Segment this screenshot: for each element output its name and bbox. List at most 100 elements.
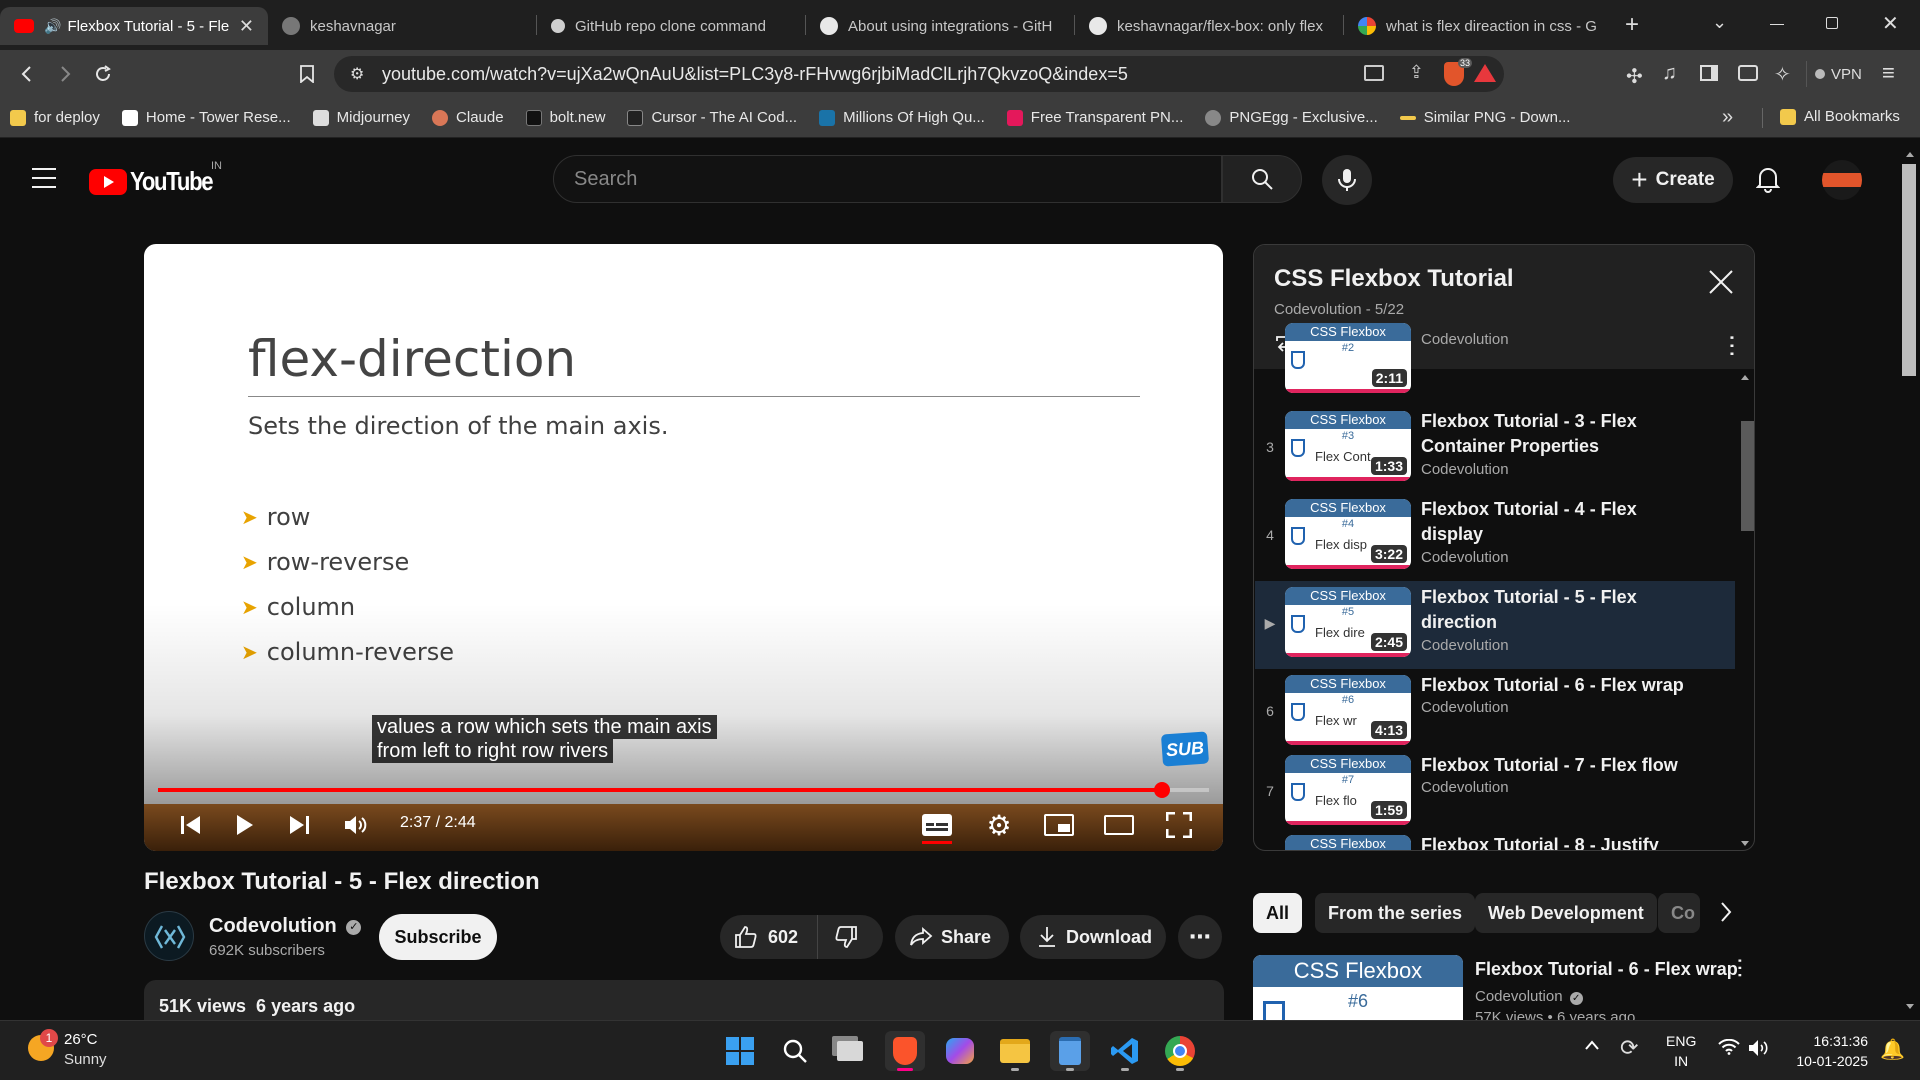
playlist-scrollbar[interactable] [1735,369,1754,850]
video-player[interactable]: flex-direction Sets the direction of the… [144,244,1223,851]
bookmark-item[interactable]: bolt.new [525,109,605,126]
playlist-title[interactable]: CSS Flexbox Tutorial [1274,265,1514,293]
bookmark-icon[interactable] [288,55,326,93]
weather-widget[interactable]: 1 26°C Sunny [24,1029,144,1073]
page-scroll-thumb[interactable] [1902,164,1916,376]
browser-tab[interactable]: what is flex direaction in css - G [1344,7,1612,45]
browser-tab[interactable]: keshavnagar/flex-box: only flex [1075,7,1343,45]
vpn-button[interactable]: VPN [1806,61,1870,87]
leo-ai-icon[interactable]: ✧ [1774,62,1791,87]
back-icon[interactable] [8,55,46,93]
scrubber-handle[interactable] [1153,782,1170,798]
notepad-icon[interactable] [1050,1031,1090,1071]
hamburger-menu-icon[interactable] [32,168,56,188]
scroll-down-icon[interactable] [1906,1004,1914,1009]
channel-name[interactable]: Codevolution ✓ [209,915,362,938]
more-bookmarks-icon[interactable]: » [1722,106,1733,129]
playlist-item[interactable]: ▶ CSS Flexbox #5 Flex dire 2:45 Flexbox Tutor… [1255,581,1735,669]
tab-search-icon[interactable]: ⌄ [1712,12,1727,33]
browser-tab-youtube[interactable]: 🔊 Flexbox Tutorial - 5 - Fle ✕ [0,7,268,45]
forward-icon[interactable] [46,55,84,93]
browser-tab[interactable]: GitHub repo clone command [537,7,805,45]
restore-icon[interactable] [1826,17,1838,29]
browser-tab[interactable]: keshavnagar [268,7,536,45]
task-view-icon[interactable] [830,1031,870,1071]
miniplayer-icon[interactable] [1042,807,1076,843]
close-playlist-icon[interactable] [1708,269,1734,295]
previous-icon[interactable] [176,807,206,843]
bookmark-item[interactable]: for deploy [10,109,100,126]
bookmark-item[interactable]: PNGEgg - Exclusive... [1205,109,1378,126]
new-tab-icon[interactable]: + [1612,11,1652,39]
file-explorer-icon[interactable] [995,1031,1035,1071]
sidebar-icon[interactable] [1700,65,1718,81]
notifications-bell-icon[interactable] [1756,165,1780,193]
voice-search-button[interactable] [1322,155,1372,205]
vscode-icon[interactable] [1105,1031,1145,1071]
subscribe-button[interactable]: Subscribe [379,914,497,960]
wallet-icon[interactable] [1738,65,1758,81]
progress-bar[interactable] [158,782,1209,798]
playlist-item[interactable]: 4 CSS Flexbox #4 Flex disp 3:22 Flexbox Tutor… [1255,493,1735,581]
cast-icon[interactable] [1364,65,1384,81]
scroll-down-icon[interactable] [1741,841,1749,846]
bookmark-item[interactable]: Claude [432,109,504,126]
minimize-icon[interactable] [1770,24,1784,25]
close-window-icon[interactable]: ✕ [1882,11,1899,36]
windows-start-icon[interactable] [720,1031,760,1071]
volume-icon[interactable] [340,807,374,843]
chrome-icon[interactable] [1160,1031,1200,1071]
playlist-item[interactable]: CSS Flexbox #2 2:11 Codevolution [1255,317,1735,405]
recommended-video[interactable]: CSS Flexbox #6 Flexbox Tutorial - 6 - Fl… [1253,955,1753,1020]
captions-icon[interactable] [920,807,954,844]
extensions-icon[interactable]: ✣ [1626,64,1643,89]
scroll-thumb[interactable] [1741,421,1754,531]
site-info-icon[interactable]: ⚙ [350,64,364,84]
chip-all[interactable]: All [1253,893,1303,933]
play-icon[interactable] [230,807,260,843]
scroll-up-icon[interactable] [1906,152,1914,157]
brave-rewards-icon[interactable] [1474,64,1496,82]
chips-next-icon[interactable] [1719,899,1733,925]
playlist-item[interactable]: 7 CSS Flexbox #7 Flex flo 1:59 Flexbox Tutori… [1255,749,1735,837]
playlist-item[interactable]: CSS Flexbox Flexbox Tutorial - 8 - Justif… [1255,829,1735,850]
account-avatar[interactable] [1822,160,1862,200]
address-input[interactable]: ⚙ youtube.com/watch?v=ujXa2wQnAuU&list=P… [334,56,1504,92]
menu-icon[interactable]: ≡ [1882,60,1895,86]
like-button[interactable]: 602 [720,915,818,959]
bookmark-item[interactable]: Home - Tower Rese... [121,109,291,126]
search-icon[interactable] [775,1031,815,1071]
scroll-up-icon[interactable] [1741,375,1749,380]
media-icon[interactable]: ♫ [1662,62,1677,85]
all-bookmarks[interactable]: All Bookmarks [1780,108,1900,125]
theater-mode-icon[interactable] [1102,807,1136,843]
download-button[interactable]: Download [1020,915,1166,959]
recommended-thumbnail[interactable]: CSS Flexbox #6 [1253,955,1463,1020]
wifi-icon[interactable] [1718,1039,1740,1055]
bookmark-item[interactable]: Free Transparent PN... [1006,109,1183,126]
dislike-button[interactable] [818,915,858,959]
chip-web-development[interactable]: Web Development [1475,893,1657,933]
search-input[interactable]: Search [553,155,1222,203]
chip-from-the-series[interactable]: From the series [1315,893,1476,933]
speaker-icon[interactable] [1748,1039,1770,1057]
copilot-icon[interactable] [940,1031,980,1071]
sync-icon[interactable]: ⟳ [1620,1035,1638,1061]
share-button[interactable]: Share [895,915,1009,959]
language-indicator[interactable]: ENG IN [1666,1031,1696,1071]
browser-tab[interactable]: About using integrations - GitH [806,7,1074,45]
recommended-more-icon[interactable]: ⋯ [1727,957,1753,979]
settings-gear-icon[interactable]: ⚙ [982,807,1016,843]
playlist-item[interactable]: 6 CSS Flexbox #6 Flex wr 4:13 Flexbox Tutoria… [1255,669,1735,757]
brave-browser-icon[interactable] [885,1031,925,1071]
bookmark-item[interactable]: Millions Of High Qu... [819,109,985,126]
channel-avatar[interactable] [144,911,194,961]
chip-more[interactable]: Co [1658,893,1700,933]
bookmark-item[interactable]: Cursor - The AI Cod... [627,109,797,126]
audio-icon[interactable]: 🔊 [44,18,61,35]
bookmark-item[interactable]: Midjourney [312,109,410,126]
more-actions-button[interactable]: ⋯ [1178,915,1222,959]
next-icon[interactable] [284,807,314,843]
share-page-icon[interactable]: ⇪ [1409,62,1424,83]
clock[interactable]: 16:31:36 10-01-2025 [1782,1031,1868,1071]
